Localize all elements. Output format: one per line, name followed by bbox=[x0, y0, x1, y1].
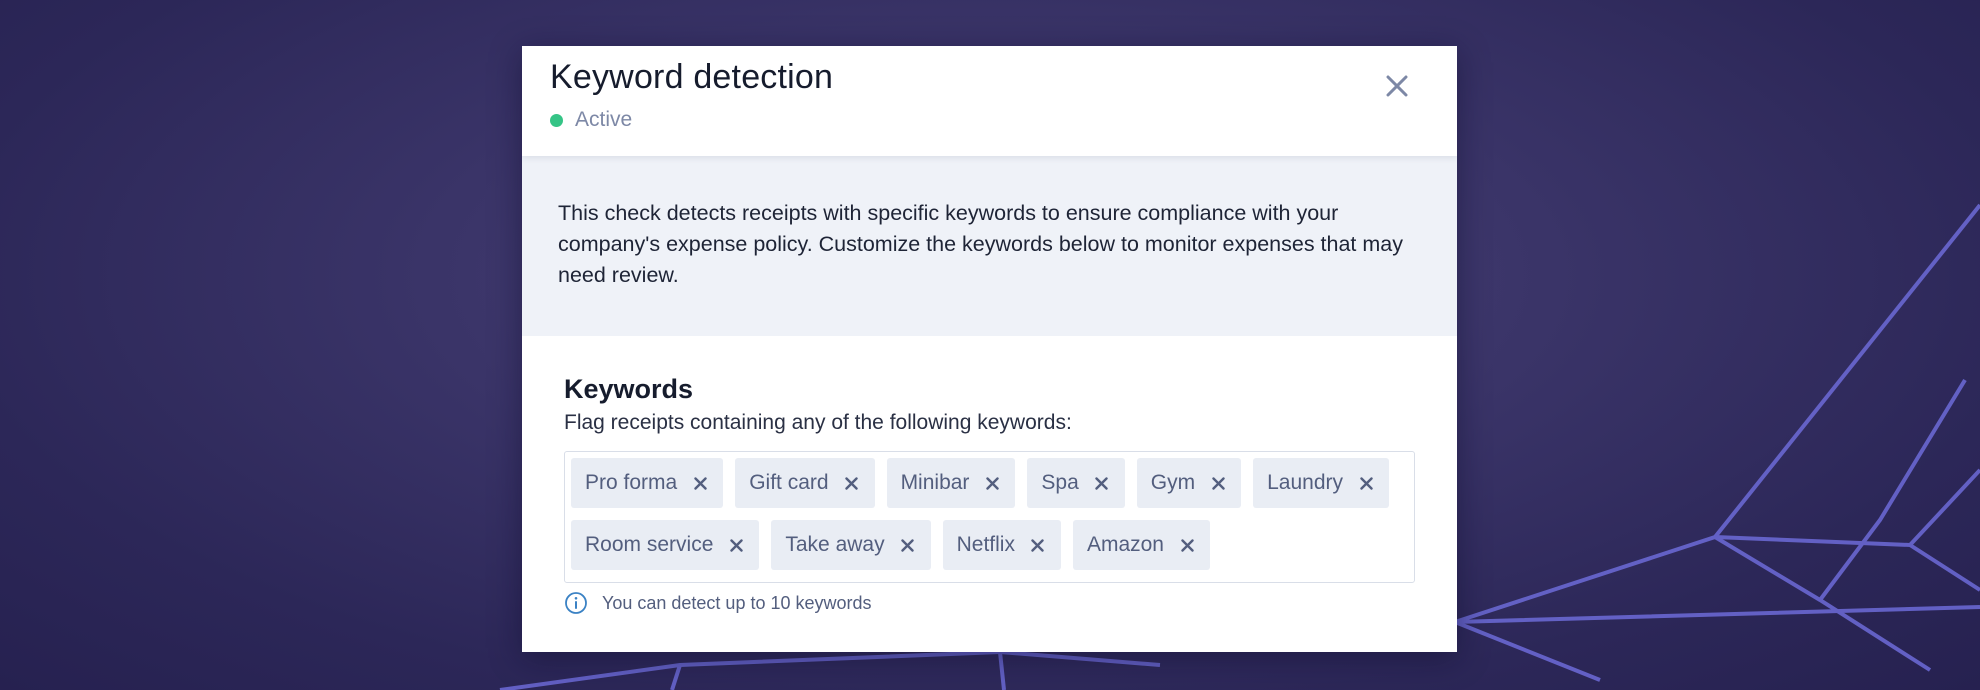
info-icon bbox=[565, 592, 587, 614]
remove-keyword-button[interactable] bbox=[691, 474, 709, 492]
dialog-header: Keyword detection Active bbox=[522, 46, 1457, 156]
keywords-subtitle: Flag receipts containing any of the foll… bbox=[564, 411, 1072, 434]
remove-keyword-button[interactable] bbox=[1357, 474, 1375, 492]
close-icon bbox=[845, 476, 858, 490]
keywords-input[interactable]: Pro forma Gift card Minibar Spa Gym Laundry Ro… bbox=[564, 451, 1415, 583]
remove-keyword-button[interactable] bbox=[727, 536, 745, 554]
keyword-tag: Gym bbox=[1136, 458, 1242, 508]
keyword-tag-label: Pro forma bbox=[585, 471, 678, 494]
close-icon bbox=[694, 476, 707, 490]
keyword-limit-hint: You can detect up to 10 keywords bbox=[564, 591, 1415, 615]
keyword-tag-label: Minibar bbox=[900, 471, 970, 494]
remove-keyword-button[interactable] bbox=[1029, 536, 1047, 554]
keyword-tag: Spa bbox=[1027, 458, 1125, 508]
keyword-tag: Netflix bbox=[942, 520, 1061, 570]
close-icon bbox=[1180, 538, 1194, 552]
close-icon bbox=[1359, 476, 1373, 490]
status-text: Active bbox=[575, 108, 633, 131]
status-dot bbox=[550, 113, 563, 127]
remove-keyword-button[interactable] bbox=[1209, 474, 1227, 492]
close-icon bbox=[901, 538, 914, 552]
keyword-tag-label: Spa bbox=[1041, 471, 1079, 494]
keyword-tag: Gift card bbox=[735, 458, 875, 508]
remove-keyword-button[interactable] bbox=[899, 536, 917, 554]
keyword-tag: Laundry bbox=[1253, 458, 1390, 508]
status-indicator: Active bbox=[550, 108, 632, 132]
keyword-tag-label: Gift card bbox=[749, 471, 829, 494]
keyword-tag-label: Netflix bbox=[956, 533, 1015, 556]
keyword-tag-label: Room service bbox=[585, 533, 714, 556]
keyword-tag-label: Take away bbox=[785, 533, 885, 556]
close-icon bbox=[1386, 75, 1408, 97]
description-panel: This check detects receipts with specifi… bbox=[522, 156, 1457, 336]
keyword-tag: Minibar bbox=[886, 458, 1016, 508]
keyword-tag: Room service bbox=[571, 520, 760, 570]
close-icon bbox=[730, 538, 743, 552]
close-icon bbox=[1095, 476, 1108, 490]
dialog-title: Keyword detection bbox=[550, 58, 834, 96]
close-icon bbox=[986, 476, 999, 490]
keyword-tag-label: Laundry bbox=[1267, 471, 1344, 494]
keyword-detection-dialog: Keyword detection Active This check dete… bbox=[522, 46, 1457, 652]
keyword-tag: Take away bbox=[771, 520, 931, 570]
keywords-section: Keywords Flag receipts containing any of… bbox=[522, 336, 1457, 615]
keyword-tag: Pro forma bbox=[571, 458, 724, 508]
close-button[interactable] bbox=[1377, 66, 1417, 106]
close-icon bbox=[1211, 476, 1225, 490]
keywords-title: Keywords bbox=[564, 374, 694, 404]
keyword-tag-label: Amazon bbox=[1086, 533, 1164, 556]
keyword-tag-label: Gym bbox=[1150, 471, 1196, 494]
remove-keyword-button[interactable] bbox=[983, 474, 1001, 492]
keyword-tag: Amazon bbox=[1072, 520, 1210, 570]
remove-keyword-button[interactable] bbox=[843, 474, 861, 492]
close-icon bbox=[1031, 538, 1045, 552]
remove-keyword-button[interactable] bbox=[1093, 474, 1111, 492]
hint-text: You can detect up to 10 keywords bbox=[602, 592, 872, 613]
remove-keyword-button[interactable] bbox=[1178, 536, 1196, 554]
